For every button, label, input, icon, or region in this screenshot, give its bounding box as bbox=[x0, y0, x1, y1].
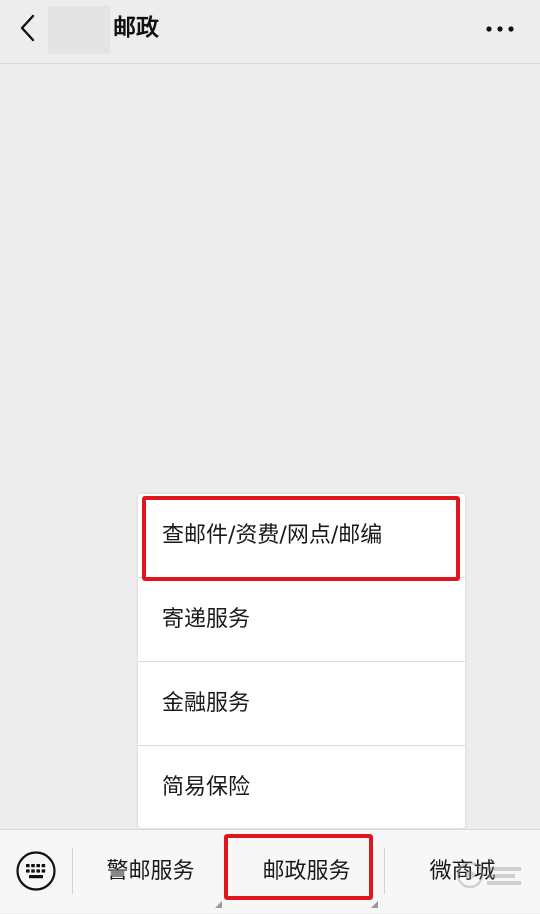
keyboard-icon bbox=[16, 851, 56, 891]
tab-label: 警邮服务 bbox=[106, 859, 195, 884]
more-icon bbox=[486, 26, 514, 32]
chevron-left-icon bbox=[20, 14, 35, 42]
menu-item-delivery[interactable]: 寄递服务 bbox=[138, 578, 465, 662]
avatar bbox=[48, 6, 110, 54]
menu-item-label: 查邮件/资费/网点/邮编 bbox=[162, 523, 383, 548]
watermark-logo-icon bbox=[456, 861, 521, 889]
back-button[interactable] bbox=[10, 10, 46, 46]
tab-post-police[interactable]: 警邮服务 bbox=[73, 830, 228, 914]
menu-item-label: 简易保险 bbox=[162, 775, 251, 800]
keyboard-toggle-button[interactable] bbox=[15, 850, 57, 892]
menu-item-finance[interactable]: 金融服务 bbox=[138, 662, 465, 746]
submenu-indicator-icon bbox=[215, 901, 222, 908]
menu-item-insurance[interactable]: 简易保险 bbox=[138, 746, 465, 830]
tab-label: 邮政服务 bbox=[262, 859, 351, 884]
page-title: 邮政 bbox=[113, 15, 159, 41]
more-button[interactable] bbox=[482, 14, 518, 44]
submenu-indicator-icon bbox=[371, 901, 378, 908]
tab-postal-services[interactable]: 邮政服务 bbox=[229, 830, 384, 914]
menu-item-label: 金融服务 bbox=[162, 691, 251, 716]
chat-header: 邮政 bbox=[0, 0, 540, 64]
menu-item-label: 寄递服务 bbox=[162, 607, 251, 632]
submenu-popup: 查邮件/资费/网点/邮编 寄递服务 金融服务 简易保险 bbox=[138, 494, 465, 828]
menu-item-query[interactable]: 查邮件/资费/网点/邮编 bbox=[138, 494, 465, 578]
